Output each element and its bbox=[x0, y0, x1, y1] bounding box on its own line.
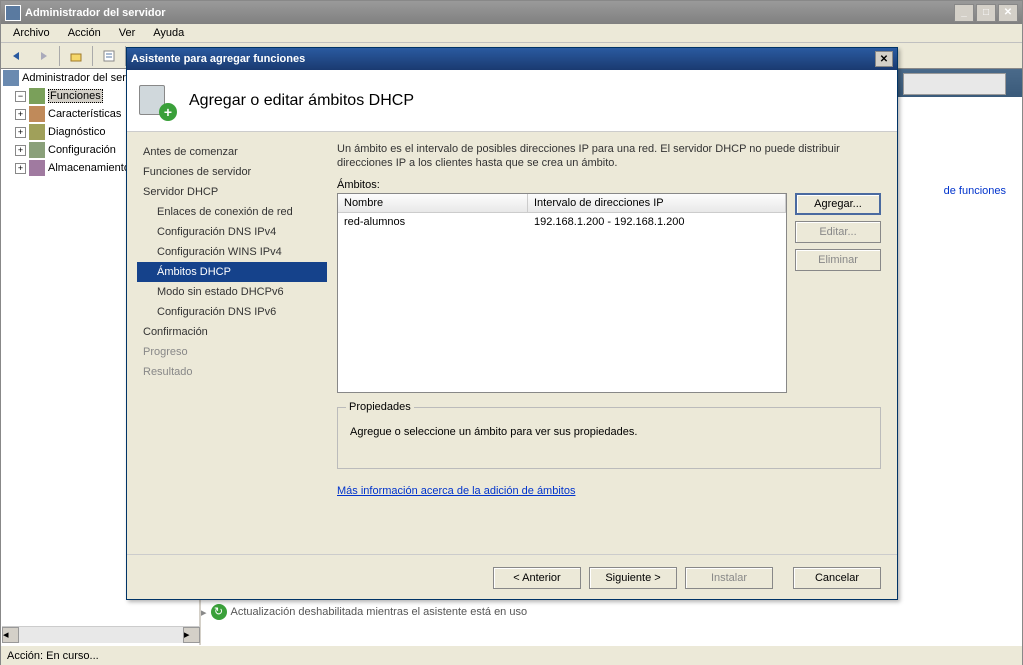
scopes-label: Ámbitos: bbox=[337, 179, 881, 191]
expand-icon[interactable]: − bbox=[15, 91, 26, 102]
next-button[interactable]: Siguiente > bbox=[589, 567, 677, 589]
expand-icon[interactable]: + bbox=[15, 109, 26, 120]
scroll-left-icon[interactable]: ◂ bbox=[2, 627, 19, 643]
wizard-title: Asistente para agregar funciones bbox=[131, 53, 875, 65]
more-info-link[interactable]: Más información acerca de la adición de … bbox=[337, 485, 575, 497]
nav-item[interactable]: Antes de comenzar bbox=[137, 142, 327, 162]
back-button[interactable] bbox=[5, 45, 29, 67]
statusbar: Acción: En curso... bbox=[1, 645, 1022, 665]
expand-icon[interactable]: + bbox=[15, 163, 26, 174]
nav-item[interactable]: Confirmación bbox=[137, 322, 327, 342]
edit-button[interactable]: Editar... bbox=[795, 221, 881, 243]
wizard-titlebar[interactable]: Asistente para agregar funciones ✕ bbox=[127, 48, 897, 70]
wizard-header: + Agregar o editar ámbitos DHCP bbox=[127, 70, 897, 132]
properties-button[interactable] bbox=[97, 45, 121, 67]
cancel-button[interactable]: Cancelar bbox=[793, 567, 881, 589]
main-titlebar: Administrador del servidor _ □ ✕ bbox=[1, 1, 1022, 24]
nav-item[interactable]: Progreso bbox=[137, 342, 327, 362]
menu-archivo[interactable]: Archivo bbox=[5, 25, 58, 41]
expand-icon[interactable]: + bbox=[15, 145, 26, 156]
minimize-button[interactable]: _ bbox=[954, 4, 974, 22]
wizard-content: Un ámbito es el intervalo de posibles di… bbox=[327, 132, 897, 554]
col-range[interactable]: Intervalo de direcciones IP bbox=[528, 194, 786, 212]
forward-button[interactable] bbox=[31, 45, 55, 67]
menu-ayuda[interactable]: Ayuda bbox=[145, 25, 192, 41]
table-header: Nombre Intervalo de direcciones IP bbox=[338, 194, 786, 213]
roles-icon bbox=[29, 88, 45, 104]
refresh-icon: ↻ bbox=[211, 604, 227, 620]
nav-item[interactable]: Resultado bbox=[137, 362, 327, 382]
wizard-footer: < Anterior Siguiente > Instalar Cancelar bbox=[127, 554, 897, 600]
wizard-dialog: Asistente para agregar funciones ✕ + Agr… bbox=[126, 47, 898, 600]
wizard-nav: Antes de comenzarFunciones de servidorSe… bbox=[127, 132, 327, 554]
col-name[interactable]: Nombre bbox=[338, 194, 528, 212]
install-button[interactable]: Instalar bbox=[685, 567, 773, 589]
main-title: Administrador del servidor bbox=[25, 7, 954, 19]
properties-legend: Propiedades bbox=[346, 401, 414, 413]
nav-item[interactable]: Modo sin estado DHCPv6 bbox=[137, 282, 327, 302]
nav-item[interactable]: Configuración WINS IPv4 bbox=[137, 242, 327, 262]
close-button[interactable]: ✕ bbox=[998, 4, 1018, 22]
nav-item[interactable]: Funciones de servidor bbox=[137, 162, 327, 182]
storage-icon bbox=[29, 160, 45, 176]
maximize-button[interactable]: □ bbox=[976, 4, 996, 22]
menu-accion[interactable]: Acción bbox=[60, 25, 109, 41]
nav-item[interactable]: Enlaces de conexión de red bbox=[137, 202, 327, 222]
expand-icon[interactable]: + bbox=[15, 127, 26, 138]
up-button[interactable] bbox=[64, 45, 88, 67]
actions-panel-header bbox=[903, 73, 1006, 95]
server-manager-icon bbox=[5, 5, 21, 21]
add-button[interactable]: Agregar... bbox=[795, 193, 881, 215]
update-status: ▸ ↻ Actualización deshabilitada mientras… bbox=[201, 604, 801, 620]
description-text: Un ámbito es el intervalo de posibles di… bbox=[337, 142, 881, 171]
properties-group: Propiedades Agregue o seleccione un ámbi… bbox=[337, 407, 881, 469]
tree-scrollbar-h[interactable]: ◂ ▸ bbox=[2, 626, 200, 643]
nav-item[interactable]: Configuración DNS IPv6 bbox=[137, 302, 327, 322]
wizard-heading: Agregar o editar ámbitos DHCP bbox=[189, 92, 414, 110]
right-link-fragment[interactable]: de funciones bbox=[944, 185, 1006, 197]
diagnostics-icon bbox=[29, 124, 45, 140]
scroll-right-icon[interactable]: ▸ bbox=[183, 627, 200, 643]
nav-item[interactable]: Configuración DNS IPv4 bbox=[137, 222, 327, 242]
table-row[interactable]: red-alumnos192.168.1.200 - 192.168.1.200 bbox=[338, 213, 786, 231]
config-icon bbox=[29, 142, 45, 158]
features-icon bbox=[29, 106, 45, 122]
nav-item[interactable]: Ámbitos DHCP bbox=[137, 262, 327, 282]
properties-text: Agregue o seleccione un ámbito para ver … bbox=[350, 426, 868, 438]
scopes-table[interactable]: Nombre Intervalo de direcciones IP red-a… bbox=[337, 193, 787, 393]
status-label: Acción: bbox=[7, 650, 43, 662]
delete-button[interactable]: Eliminar bbox=[795, 249, 881, 271]
back-button[interactable]: < Anterior bbox=[493, 567, 581, 589]
menubar: Archivo Acción Ver Ayuda bbox=[1, 24, 1022, 43]
wizard-header-icon: + bbox=[137, 81, 177, 121]
nav-item[interactable]: Servidor DHCP bbox=[137, 182, 327, 202]
wizard-close-button[interactable]: ✕ bbox=[875, 51, 893, 67]
menu-ver[interactable]: Ver bbox=[111, 25, 144, 41]
server-icon bbox=[3, 70, 19, 86]
status-text: En curso... bbox=[46, 650, 99, 662]
